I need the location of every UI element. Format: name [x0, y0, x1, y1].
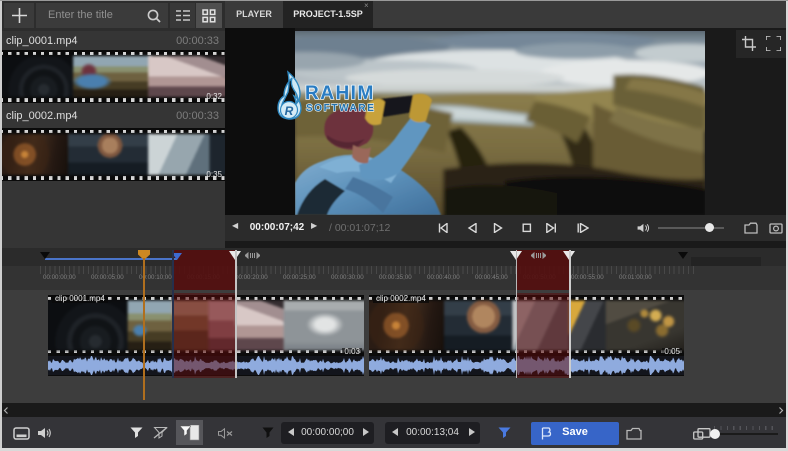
svg-text:SOFTWARE: SOFTWARE	[306, 103, 375, 114]
svg-text:R: R	[285, 104, 294, 118]
svg-text:RAHIM: RAHIM	[305, 83, 375, 104]
